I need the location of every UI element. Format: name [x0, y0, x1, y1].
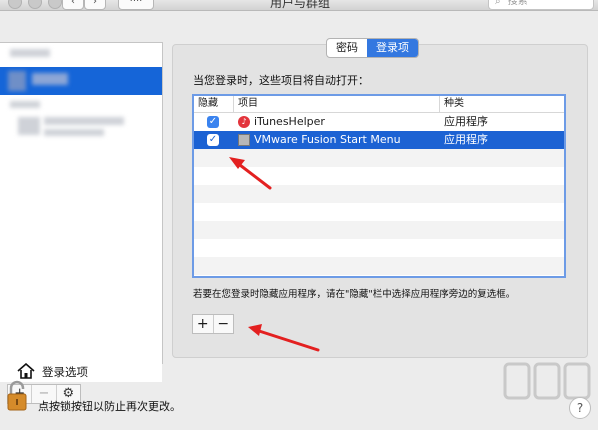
show-all-button[interactable]: ····	[118, 0, 154, 10]
close-window-button[interactable]	[8, 0, 22, 9]
blurred-section-label	[10, 101, 40, 108]
users-sidebar: 登录选项 + − ⚙	[0, 42, 163, 404]
login-items-toolbar: + −	[192, 314, 234, 334]
item-name: VMware Fusion Start Menu	[254, 133, 401, 146]
lock-icon[interactable]	[6, 380, 28, 412]
help-button[interactable]: ?	[569, 397, 591, 419]
table-row[interactable]: ✓ VMware Fusion Start Menu 应用程序	[194, 131, 564, 149]
blurred-user-role	[44, 129, 104, 136]
add-login-item-button[interactable]: +	[193, 315, 214, 333]
table-header: 隐藏 项目 种类	[194, 96, 564, 113]
empty-row	[194, 239, 564, 257]
minimize-window-button[interactable]	[28, 0, 42, 9]
window-title: 用户与群组	[269, 0, 330, 10]
login-options-label: 登录选项	[42, 365, 88, 379]
column-header-kind[interactable]: 种类	[440, 96, 564, 112]
hide-checkbox[interactable]: ✓	[207, 116, 219, 128]
lock-hint-text: 点按锁按钮以防止再次更改。	[38, 400, 181, 413]
table-row[interactable]: ✓ ♪ iTunesHelper 应用程序	[194, 113, 564, 131]
blurred-user-name	[44, 117, 124, 125]
tab-login-items[interactable]: 登录项	[367, 39, 418, 57]
login-items-description: 当您登录时，这些项目将自动打开：	[193, 74, 369, 87]
tab-bar: 密码 登录项	[326, 38, 419, 58]
itunes-icon: ♪	[238, 116, 250, 128]
zoom-window-button[interactable]	[48, 0, 62, 9]
avatar	[18, 117, 40, 135]
item-kind: 应用程序	[444, 133, 488, 146]
item-kind: 应用程序	[444, 115, 488, 128]
tab-password[interactable]: 密码	[327, 39, 367, 57]
column-header-item[interactable]: 项目	[234, 96, 440, 112]
blurred-user-name	[32, 73, 68, 85]
empty-row	[194, 149, 564, 167]
login-options-item[interactable]: 登录选项	[0, 360, 162, 382]
hide-hint-text: 若要在您登录时隐藏应用程序，请在"隐藏"栏中选择应用程序旁边的复选框。	[193, 289, 516, 300]
window-titlebar: ‹ › ···· 用户与群组 ⌕ 搜索	[0, 0, 598, 11]
search-icon: ⌕	[495, 0, 501, 7]
remove-login-item-button[interactable]: −	[214, 315, 234, 333]
hide-checkbox[interactable]: ✓	[207, 134, 219, 146]
empty-row	[194, 167, 564, 185]
empty-row	[194, 203, 564, 221]
search-field[interactable]: ⌕ 搜索	[488, 0, 594, 10]
selected-user-row[interactable]	[0, 67, 162, 95]
item-name: iTunesHelper	[254, 115, 325, 128]
empty-row	[194, 221, 564, 239]
login-items-table: 隐藏 项目 种类 ✓ ♪ iTunesHelper 应用程序 ✓ VMware …	[192, 94, 566, 278]
house-icon	[17, 363, 35, 379]
search-placeholder: 搜索	[507, 0, 528, 7]
forward-button[interactable]: ›	[84, 0, 106, 10]
avatar	[8, 71, 26, 91]
back-button[interactable]: ‹	[62, 0, 84, 10]
empty-row	[194, 185, 564, 203]
vmware-icon	[238, 134, 250, 146]
blurred-user-row[interactable]	[10, 49, 50, 57]
column-header-hide[interactable]: 隐藏	[194, 96, 234, 112]
empty-row	[194, 257, 564, 275]
